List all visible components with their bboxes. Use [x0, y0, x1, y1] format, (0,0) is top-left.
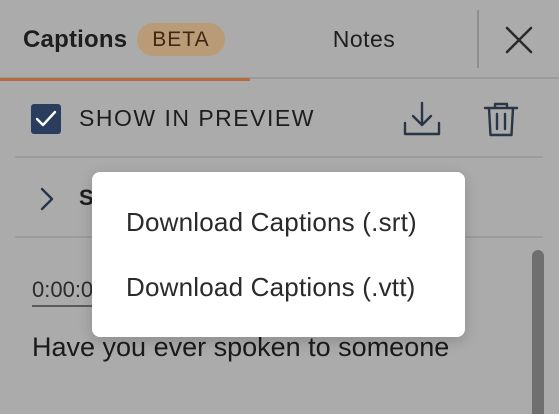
download-srt-menu-item[interactable]: Download Captions (.srt)	[92, 190, 465, 254]
trash-icon	[483, 102, 519, 137]
show-in-preview-checkbox[interactable]	[31, 104, 61, 134]
download-menu: Download Captions (.srt) Download Captio…	[92, 172, 465, 337]
chevron-right-icon	[40, 187, 54, 211]
tab-bar: Captions BETA Notes	[0, 0, 559, 81]
close-icon	[505, 26, 533, 54]
tab-divider	[477, 10, 479, 68]
download-icon	[403, 101, 441, 136]
close-button[interactable]	[499, 20, 539, 60]
delete-button[interactable]	[481, 99, 521, 139]
download-vtt-label: Download Captions (.vtt)	[126, 271, 416, 302]
show-in-preview-label[interactable]: SHOW IN PREVIEW	[79, 105, 315, 132]
tab-notes[interactable]: Notes	[250, 0, 478, 79]
download-srt-label: Download Captions (.srt)	[126, 206, 417, 237]
tab-captions[interactable]: Captions BETA	[0, 0, 250, 81]
scrollbar[interactable]	[532, 250, 544, 414]
checkmark-icon	[35, 110, 57, 127]
beta-badge: BETA	[137, 23, 225, 56]
download-button[interactable]	[402, 99, 442, 139]
download-vtt-menu-item[interactable]: Download Captions (.vtt)	[92, 255, 465, 319]
captions-toolbar: SHOW IN PREVIEW	[15, 80, 543, 158]
tab-captions-label: Captions	[23, 25, 128, 53]
style-section-label: S	[79, 185, 93, 210]
tab-notes-label: Notes	[332, 26, 396, 52]
caption-timestamp[interactable]: 0:00:0	[32, 277, 96, 307]
